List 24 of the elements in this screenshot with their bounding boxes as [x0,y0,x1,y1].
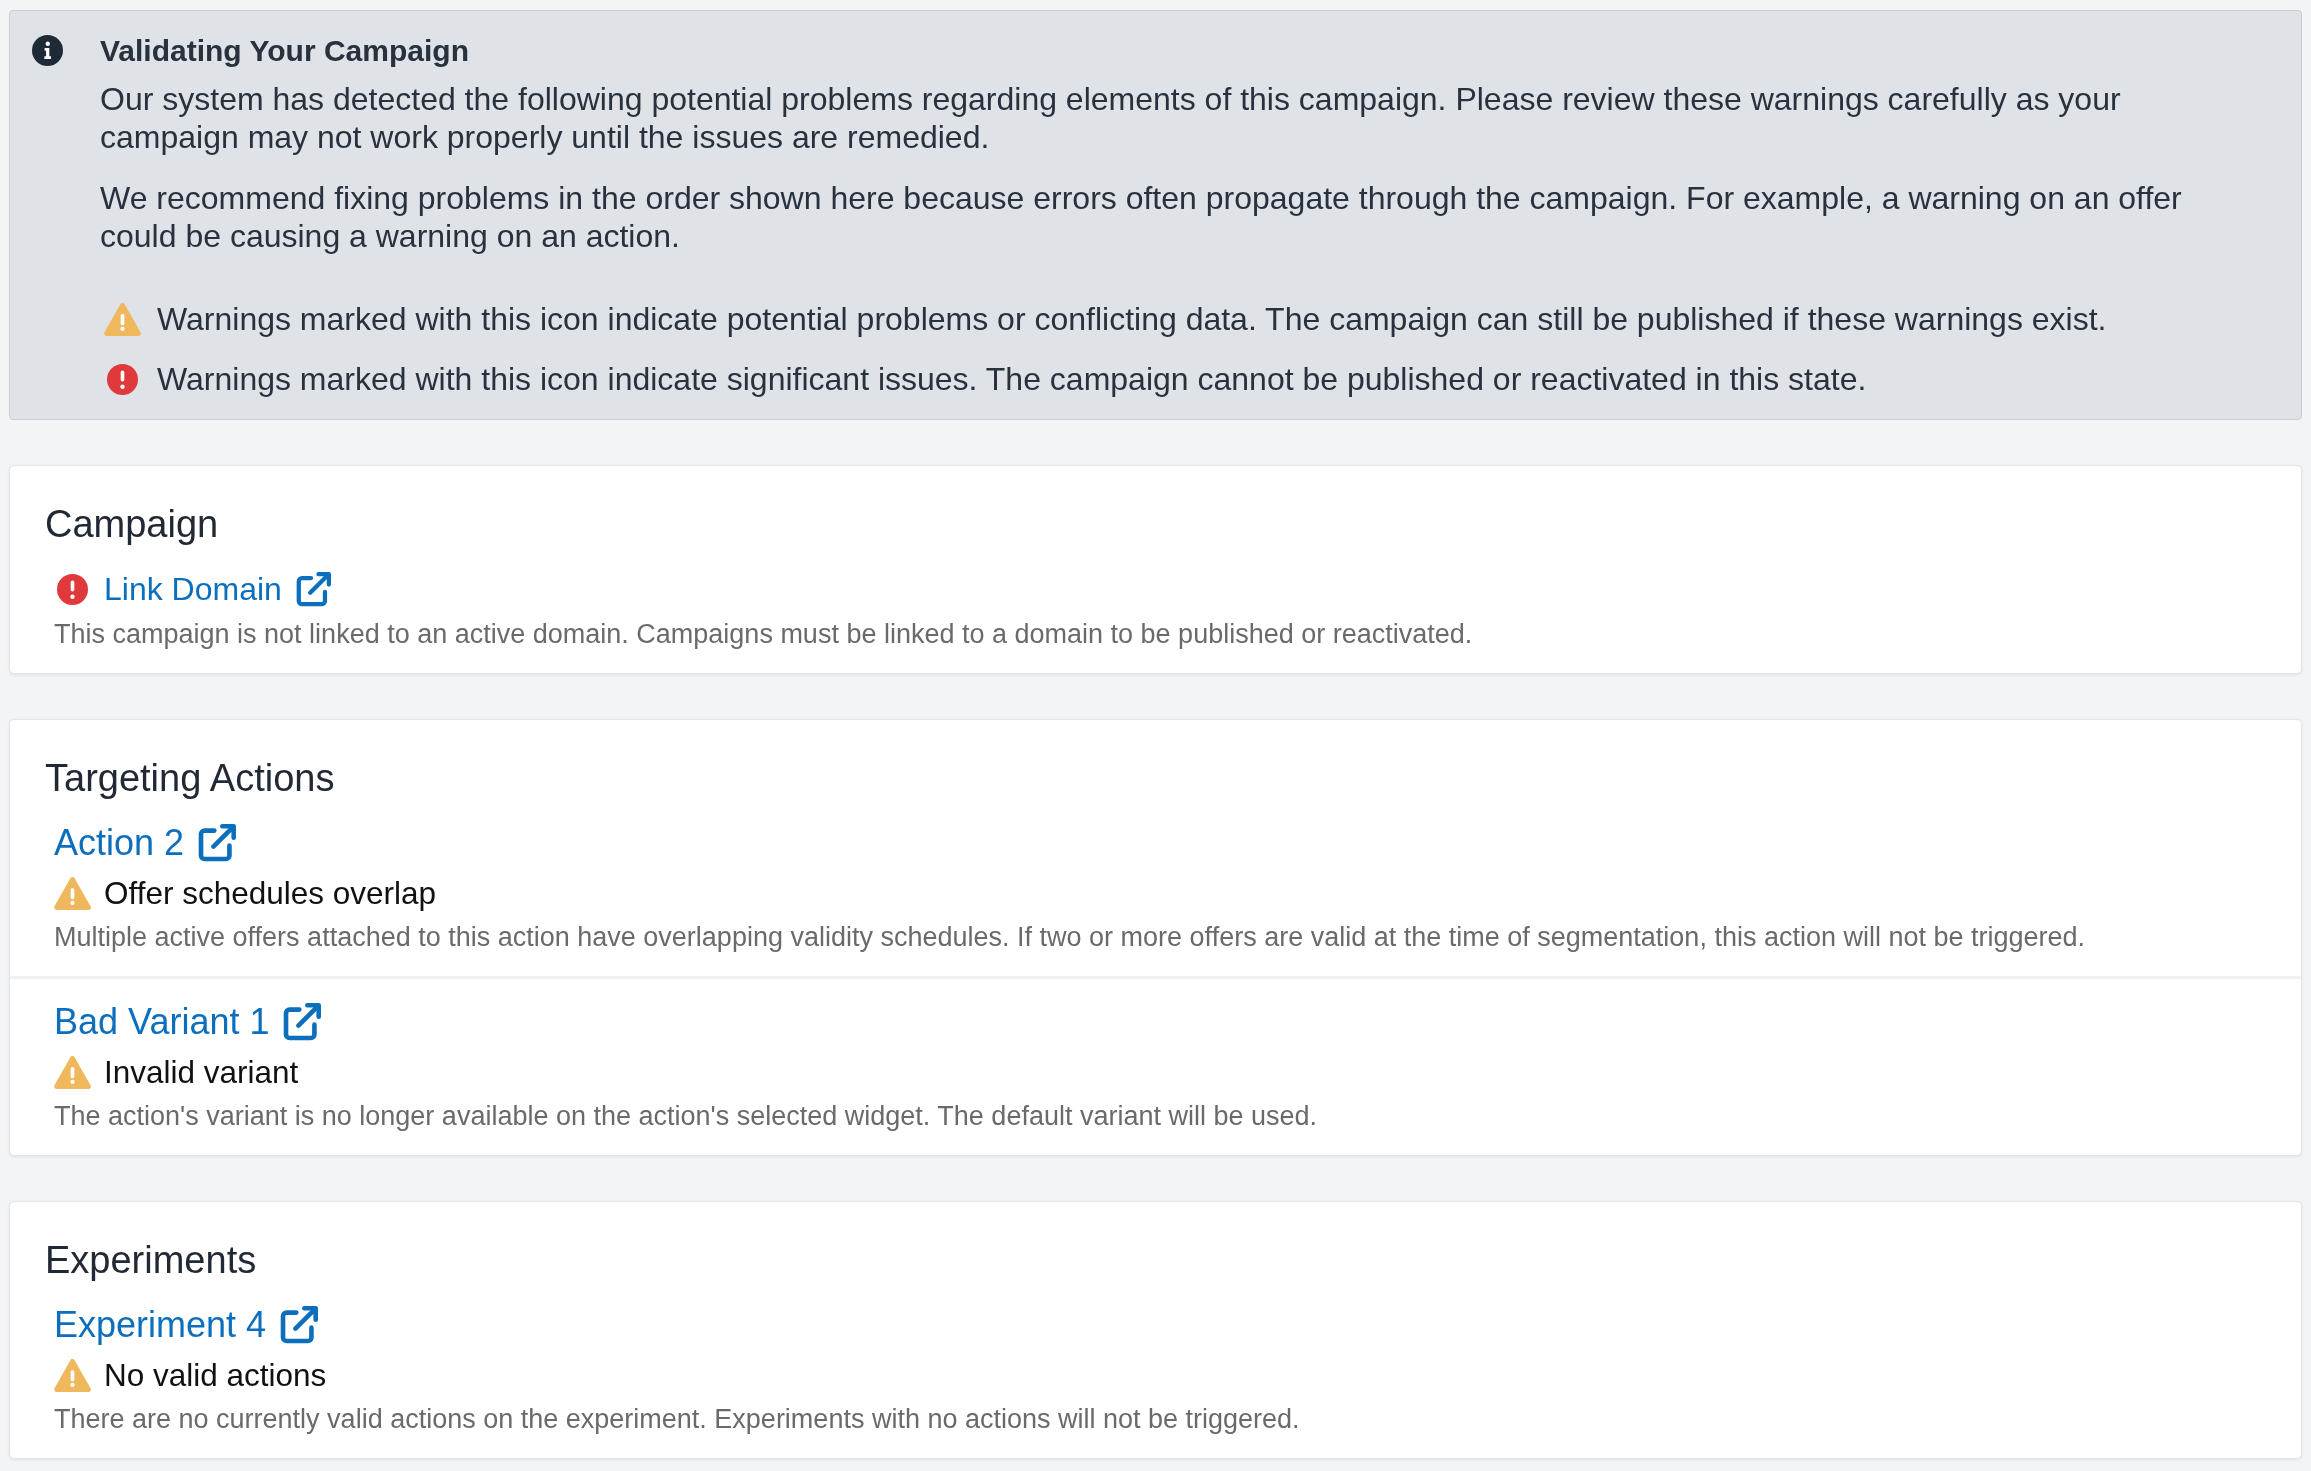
info-icon [32,35,63,66]
item-title-link[interactable]: Link Domain [104,568,331,610]
issue-description: Multiple active offers attached to this action have overlapping validity schedules. If two or more offers are valid at the time of segmentation, this action will not be triggered. [54,921,2087,954]
item-title-link[interactable]: Action 2 [54,822,237,864]
issue-title: No valid actions [104,1356,327,1395]
issue-title: Offer schedules overlap [104,874,437,913]
external-link-icon [295,571,331,607]
external-link-icon [198,824,237,862]
legend-text: Warnings marked with this icon indicate potential problems or conflicting data. The campaign can still be published if these warnings exist. [157,300,2107,338]
section-heading: Targeting Actions [45,756,336,800]
item-title-link[interactable]: Bad Variant 1 [54,1001,322,1043]
issue-description: There are no currently valid actions on the experiment. Experiments with no actions will not be triggered. [54,1403,1301,1436]
issue-description: This campaign is not linked to an active domain. Campaigns must be linked to a domain to be published or reactivated. [54,618,1474,651]
item-title-link[interactable]: Experiment 4 [54,1304,319,1346]
panel-paragraph: We recommend fixing problems in the order shown here because errors often propagate through the campaign. For example, a warning on an offer could be causing a warning on an action. [100,179,2183,255]
issue-title: Invalid variant [104,1053,299,1092]
section-heading: Campaign [45,502,220,546]
section-heading: Experiments [45,1238,258,1282]
panel-paragraph: Our system has detected the following potential problems regarding elements of this campaign. Please review these warnings carefully as your campaign may not work properly until the issues are remedied. [100,80,2122,156]
legend-text: Warnings marked with this icon indicate significant issues. The campaign cannot be published or reactivated in this state. [157,360,1867,398]
external-link-icon [283,1003,322,1041]
issue-description: The action's variant is no longer available on the action's selected widget. The default variant will be used. [54,1100,1319,1133]
external-link-icon [280,1306,319,1344]
panel-title: Validating Your Campaign [100,33,470,69]
